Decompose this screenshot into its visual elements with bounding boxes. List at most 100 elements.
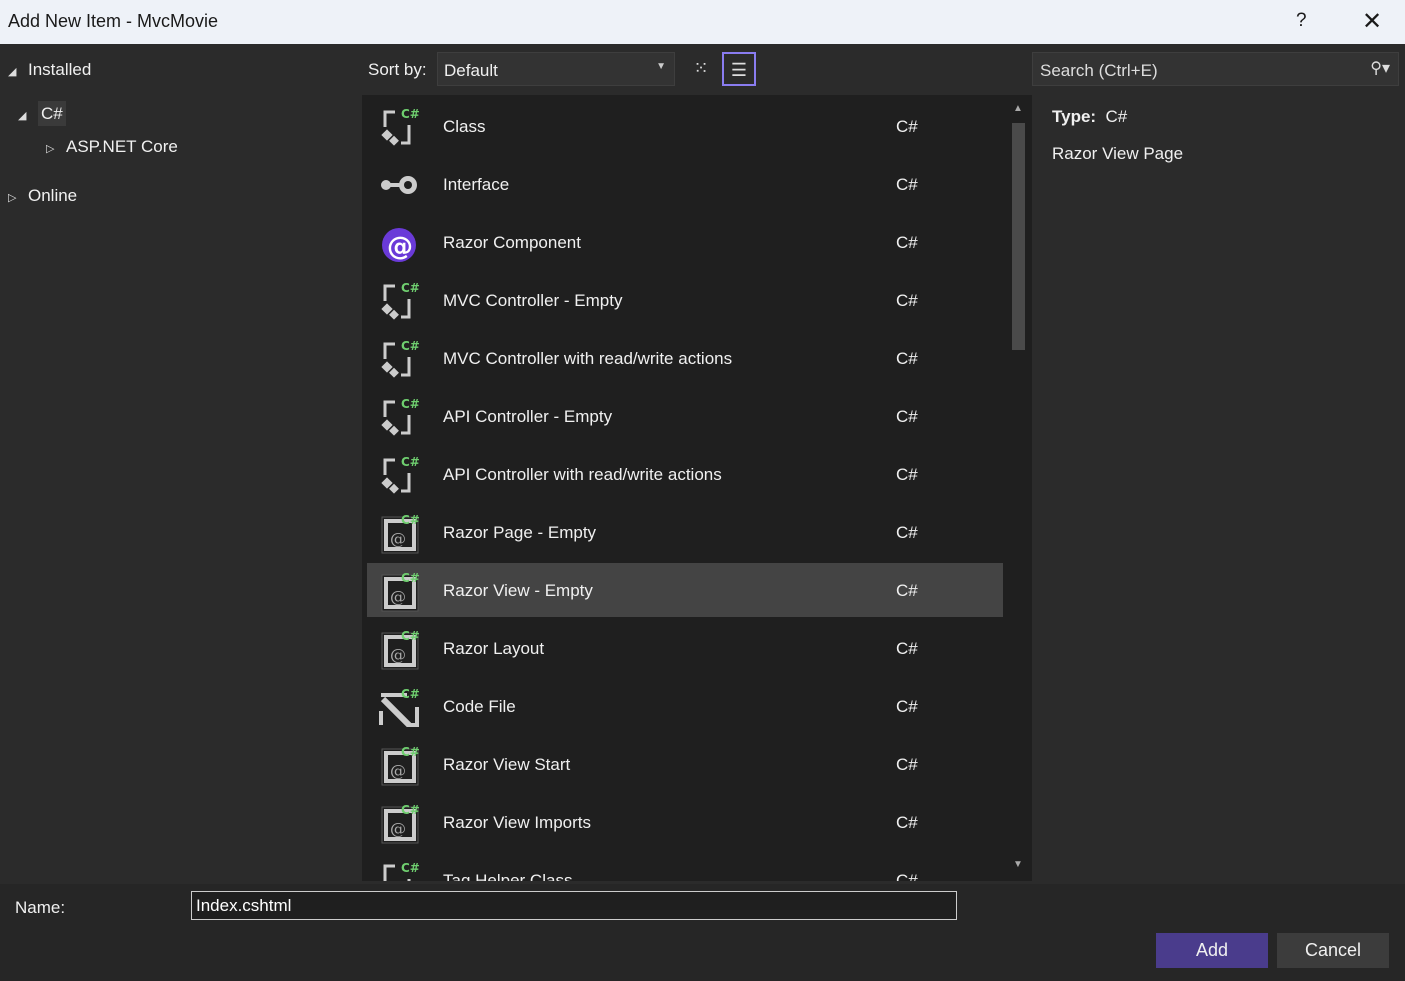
template-name: Interface (443, 175, 510, 194)
svg-text:C#: C# (401, 107, 420, 121)
template-item[interactable]: C# Class C# (367, 99, 1003, 153)
sort-value: Default (444, 61, 498, 80)
blazor-icon: @ (379, 223, 421, 263)
tree-item-online[interactable]: ▷ Online (8, 186, 77, 206)
template-name: MVC Controller - Empty (443, 291, 623, 310)
tree-item-aspnet-core[interactable]: ▷ ASP.NET Core (46, 137, 178, 157)
search-placeholder: Search (Ctrl+E) (1040, 61, 1158, 80)
svg-text:@: @ (387, 232, 413, 262)
template-language: C# (896, 697, 918, 716)
tree-label: ASP.NET Core (66, 137, 178, 156)
template-item[interactable]: @ C# Razor View Imports C# (367, 795, 1003, 849)
template-language: C# (896, 639, 918, 658)
sort-label: Sort by: (368, 60, 427, 79)
template-name: Code File (443, 697, 516, 716)
template-language: C# (896, 291, 918, 310)
razor-icon: @ C# (379, 629, 421, 670)
template-language: C# (896, 407, 918, 426)
template-name: MVC Controller with read/write actions (443, 349, 733, 368)
template-name: API Controller with read/write actions (443, 465, 722, 484)
svg-text:C#: C# (401, 513, 420, 527)
template-item[interactable]: C# API Controller - Empty C# (367, 389, 1003, 443)
svg-text:C#: C# (401, 455, 420, 469)
razor-icon: @ C# (379, 745, 421, 786)
template-name: Razor View - Empty (443, 581, 593, 600)
svg-text:C#: C# (401, 745, 420, 759)
template-list: C# Class C# Interface C# @ Razor Component C# C#… (362, 95, 1032, 881)
class-icon: C# (379, 339, 421, 379)
help-button[interactable]: ? (1296, 10, 1307, 32)
template-language: C# (896, 349, 918, 368)
grid-icon: ⁙ (693, 58, 709, 78)
list-icon: ☰ (730, 60, 748, 80)
name-input[interactable] (191, 891, 957, 920)
list-scrollbar[interactable]: ▲ ▼ (1005, 95, 1031, 881)
template-item[interactable]: Interface C# (367, 157, 1003, 211)
template-name: Class (443, 117, 486, 136)
scroll-thumb[interactable] (1012, 123, 1025, 350)
type-label: Type: (1052, 107, 1097, 126)
detail-description: Razor View Page (1052, 144, 1184, 163)
svg-text:@: @ (390, 761, 406, 780)
scroll-down-icon[interactable]: ▼ (1013, 859, 1023, 870)
template-item[interactable]: C# Tag Helper Class C# (367, 853, 1003, 881)
tree-item-csharp[interactable]: ◢ C# (18, 101, 66, 126)
add-button[interactable]: Add (1156, 933, 1268, 968)
template-language: C# (896, 175, 918, 194)
template-item[interactable]: C# MVC Controller - Empty C# (367, 273, 1003, 327)
cancel-button[interactable]: Cancel (1277, 933, 1389, 968)
svg-text:@: @ (390, 529, 406, 548)
template-language: C# (896, 755, 918, 774)
template-item[interactable]: C# MVC Controller with read/write actions… (367, 331, 1003, 385)
template-language: C# (896, 233, 918, 252)
close-button[interactable]: ✕ (1362, 7, 1382, 36)
list-view-button[interactable]: ☰ (722, 52, 756, 86)
detail-type: Type: C# (1052, 107, 1127, 127)
category-tree: ◢ Installed ◢ C# ▷ ASP.NET Core ▷ Online (0, 44, 362, 884)
scroll-up-icon[interactable]: ▲ (1013, 103, 1023, 114)
razor-icon: @ C# (379, 803, 421, 844)
tree-item-installed[interactable]: ◢ Installed (8, 60, 91, 80)
class-icon: C# (379, 281, 421, 321)
template-item[interactable]: C# Code File C# (367, 679, 1003, 733)
window-title: Add New Item - MvcMovie (8, 11, 219, 31)
expanded-arrow-icon: ◢ (8, 66, 17, 78)
tree-label: C# (38, 101, 66, 126)
type-value: C# (1105, 107, 1128, 126)
template-item[interactable]: @ C# Razor View - Empty C# (367, 563, 1003, 617)
search-icon[interactable]: ⚲▾ (1370, 58, 1390, 78)
template-language: C# (896, 117, 918, 136)
svg-text:C#: C# (401, 861, 420, 875)
template-name: Tag Helper Class (443, 871, 573, 881)
template-item[interactable]: @ C# Razor Page - Empty C# (367, 505, 1003, 559)
svg-text:C#: C# (401, 397, 420, 411)
template-item[interactable]: @ C# Razor Layout C# (367, 621, 1003, 675)
template-item[interactable]: @ C# Razor View Start C# (367, 737, 1003, 791)
class-icon: C# (379, 861, 421, 881)
name-label: Name: (15, 898, 66, 917)
sort-dropdown[interactable]: Default ▼ (437, 52, 675, 86)
class-icon: C# (379, 107, 421, 147)
grid-view-button[interactable]: ⁙ (684, 52, 718, 86)
template-language: C# (896, 523, 918, 542)
svg-text:C#: C# (401, 339, 420, 353)
search-input[interactable]: Search (Ctrl+E) ⚲▾ (1032, 52, 1399, 86)
svg-text:C#: C# (401, 803, 420, 817)
svg-text:@: @ (390, 819, 406, 838)
svg-text:C#: C# (401, 687, 420, 701)
svg-text:@: @ (390, 587, 406, 606)
template-item[interactable]: C# API Controller with read/write actions… (367, 447, 1003, 501)
collapsed-arrow-icon: ▷ (8, 192, 17, 204)
template-name: Razor Layout (443, 639, 545, 658)
collapsed-arrow-icon: ▷ (46, 143, 55, 155)
template-language: C# (896, 581, 918, 600)
template-item[interactable]: @ Razor Component C# (367, 215, 1003, 269)
template-name: Razor Component (443, 233, 581, 252)
template-name: Razor View Imports (443, 813, 592, 832)
template-name: API Controller - Empty (443, 407, 613, 426)
template-language: C# (896, 813, 918, 832)
tree-label: Online (28, 186, 78, 205)
interface-icon (379, 165, 421, 205)
razor-icon: @ C# (379, 513, 421, 554)
template-name: Razor Page - Empty (443, 523, 597, 542)
